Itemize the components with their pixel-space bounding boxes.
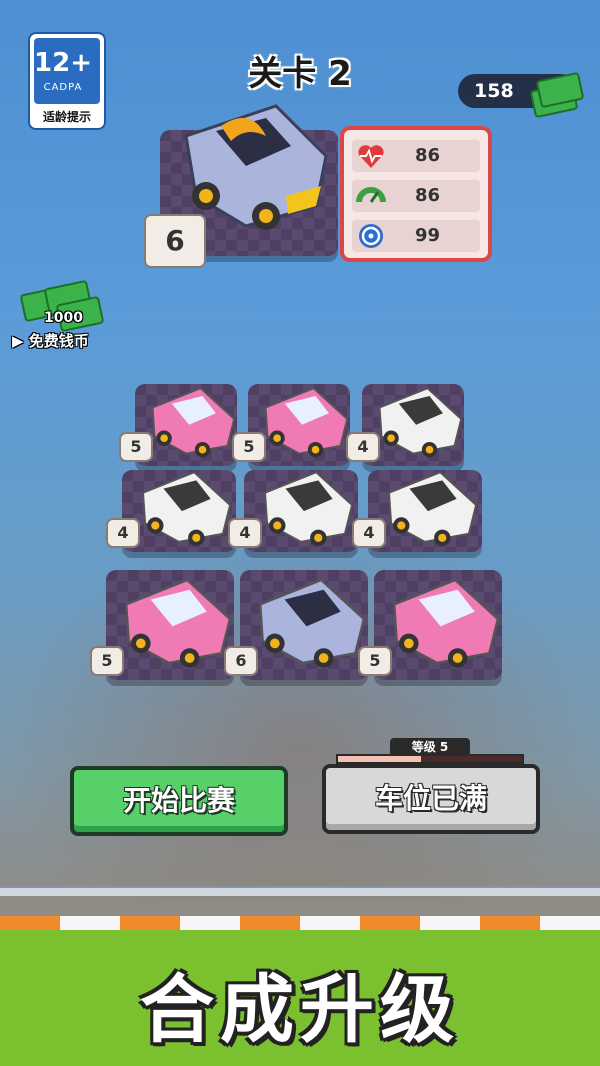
grid-car-2[interactable] [256,378,352,464]
grid-car-6[interactable] [376,464,484,550]
garage-grade-bar [336,754,524,764]
grid-car-8[interactable] [248,564,370,678]
free-coins-label[interactable]: ▶ 免费钱币 [12,330,89,351]
guard-rail [0,886,600,896]
grid-car-level: 4 [346,432,380,462]
age-rating-number: 12+ [34,48,92,78]
featured-car-level: 6 [144,214,206,268]
steering-wheel-icon [359,224,383,248]
grid-car-7[interactable] [114,564,236,678]
heart-icon [358,145,384,168]
free-coins-text: 免费钱币 [28,332,89,350]
age-rating-org: CADPA [43,82,83,93]
grid-car-level: 5 [358,646,392,676]
level-title: 关卡 2 [248,54,352,94]
grid-car-level: 4 [106,518,140,548]
stat-health: 86 [352,140,480,172]
speedometer-icon [356,187,386,203]
money-amount: 158 [474,80,514,102]
age-rating-tip: 适龄提示 [42,110,91,124]
grid-car-5[interactable] [252,464,360,550]
stat-handling-value: 99 [414,225,440,246]
grid-car-level: 4 [352,518,386,548]
age-rating-badge: 12+ CADPA 适龄提示 [28,32,106,130]
grid-car-level: 5 [232,432,266,462]
grid-car-level: 5 [90,646,124,676]
grid-car-level: 5 [119,432,153,462]
grid-car-1[interactable] [143,378,239,464]
grid-car-level: 4 [228,518,262,548]
slogan: 合成升级 [140,967,460,1053]
stats-panel: 86 86 99 [340,126,492,262]
grid-car-4[interactable] [130,464,238,550]
free-coins-amount: 1000 [44,310,83,326]
cash-stack-icon [528,70,585,119]
garage-grade-fill [338,756,421,762]
stat-health-value: 86 [414,145,440,166]
stat-acceleration: 86 [352,180,480,212]
stat-acceleration-value: 86 [414,185,440,206]
stat-handling: 99 [352,220,480,252]
start-race-button[interactable]: 开始比赛 [70,766,288,836]
parking-full-button[interactable]: 车位已满 [322,764,540,834]
video-icon: ▶ [12,332,24,350]
grid-car-level: 6 [224,646,258,676]
grid-car-3[interactable] [370,378,466,464]
grid-car-9[interactable] [382,564,504,678]
